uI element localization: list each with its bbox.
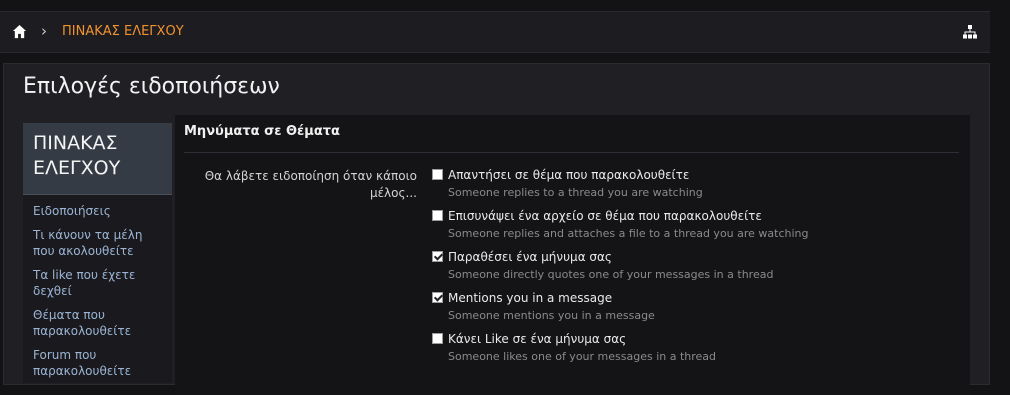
option-label[interactable]: Επισυνάψει ένα αρχείο σε θέμα που παρακο… bbox=[448, 209, 762, 223]
option-hint: Someone replies and attaches a file to a… bbox=[448, 227, 809, 240]
option-label[interactable]: Κάνει Like σε ένα μήνυμα σας bbox=[448, 332, 626, 346]
breadcrumb-current[interactable]: ΠΙΝΑΚΑΣ ΕΛΕΓΧΟΥ bbox=[62, 24, 184, 39]
sidebar-item-watched-forums[interactable]: Forum που παρακολουθείτε bbox=[23, 347, 172, 379]
sidebar-item-likes[interactable]: Τα like που έχετε δεχθεί bbox=[23, 267, 172, 299]
option-hint: Someone likes one of your messages in a … bbox=[448, 350, 717, 363]
option-checkbox[interactable] bbox=[432, 333, 443, 344]
sidebar-item-watched-threads[interactable]: Θέματα που παρακολουθείτε bbox=[23, 307, 172, 339]
option-label[interactable]: Απαντήσει σε θέμα που παρακολουθείτε bbox=[448, 168, 689, 182]
option-checkbox[interactable] bbox=[432, 210, 443, 221]
sidebar-heading[interactable]: ΠΙΝΑΚΑΣ ΕΛΕΓΧΟΥ bbox=[23, 123, 172, 195]
section-divider bbox=[184, 152, 959, 153]
page-title: Επιλογές ειδοποιήσεων bbox=[23, 74, 280, 99]
option-hint: Someone directly quotes one of your mess… bbox=[448, 268, 774, 281]
sidebar-item-news-feed[interactable]: Τι κάνουν τα μέλη που ακολουθείτε bbox=[23, 227, 172, 259]
main-panel: Επιλογές ειδοποιήσεων ΠΙΝΑΚΑΣ ΕΛΕΓΧΟΥ Ει… bbox=[3, 63, 990, 395]
option-checkbox[interactable] bbox=[432, 292, 443, 303]
section-title: Μηνύματα σε Θέματα bbox=[184, 124, 340, 139]
option-hint: Someone mentions you in a message bbox=[448, 309, 655, 322]
breadcrumb-separator: › bbox=[41, 22, 47, 40]
sitemap-icon[interactable] bbox=[962, 24, 978, 40]
option-checkbox[interactable] bbox=[432, 169, 443, 180]
home-icon[interactable] bbox=[12, 24, 27, 39]
options-prompt: Θα λάβετε ειδοποίηση όταν κάποιο μέλος..… bbox=[204, 169, 417, 200]
settings-content: Μηνύματα σε Θέματα Θα λάβετε ειδοποίηση … bbox=[175, 115, 970, 395]
option-label[interactable]: Mentions you in a message bbox=[448, 291, 612, 305]
option-hint: Someone replies to a thread you are watc… bbox=[448, 186, 703, 199]
option-label[interactable]: Παραθέσει ένα μήνυμα σας bbox=[448, 250, 612, 264]
breadcrumb-bar: › ΠΙΝΑΚΑΣ ΕΛΕΓΧΟΥ bbox=[0, 11, 990, 53]
option-checkbox[interactable] bbox=[432, 251, 443, 262]
sidebar: ΠΙΝΑΚΑΣ ΕΛΕΓΧΟΥ Ειδοποιήσεις Τι κάνουν τ… bbox=[23, 123, 172, 383]
sidebar-item-alerts[interactable]: Ειδοποιήσεις bbox=[23, 203, 172, 219]
